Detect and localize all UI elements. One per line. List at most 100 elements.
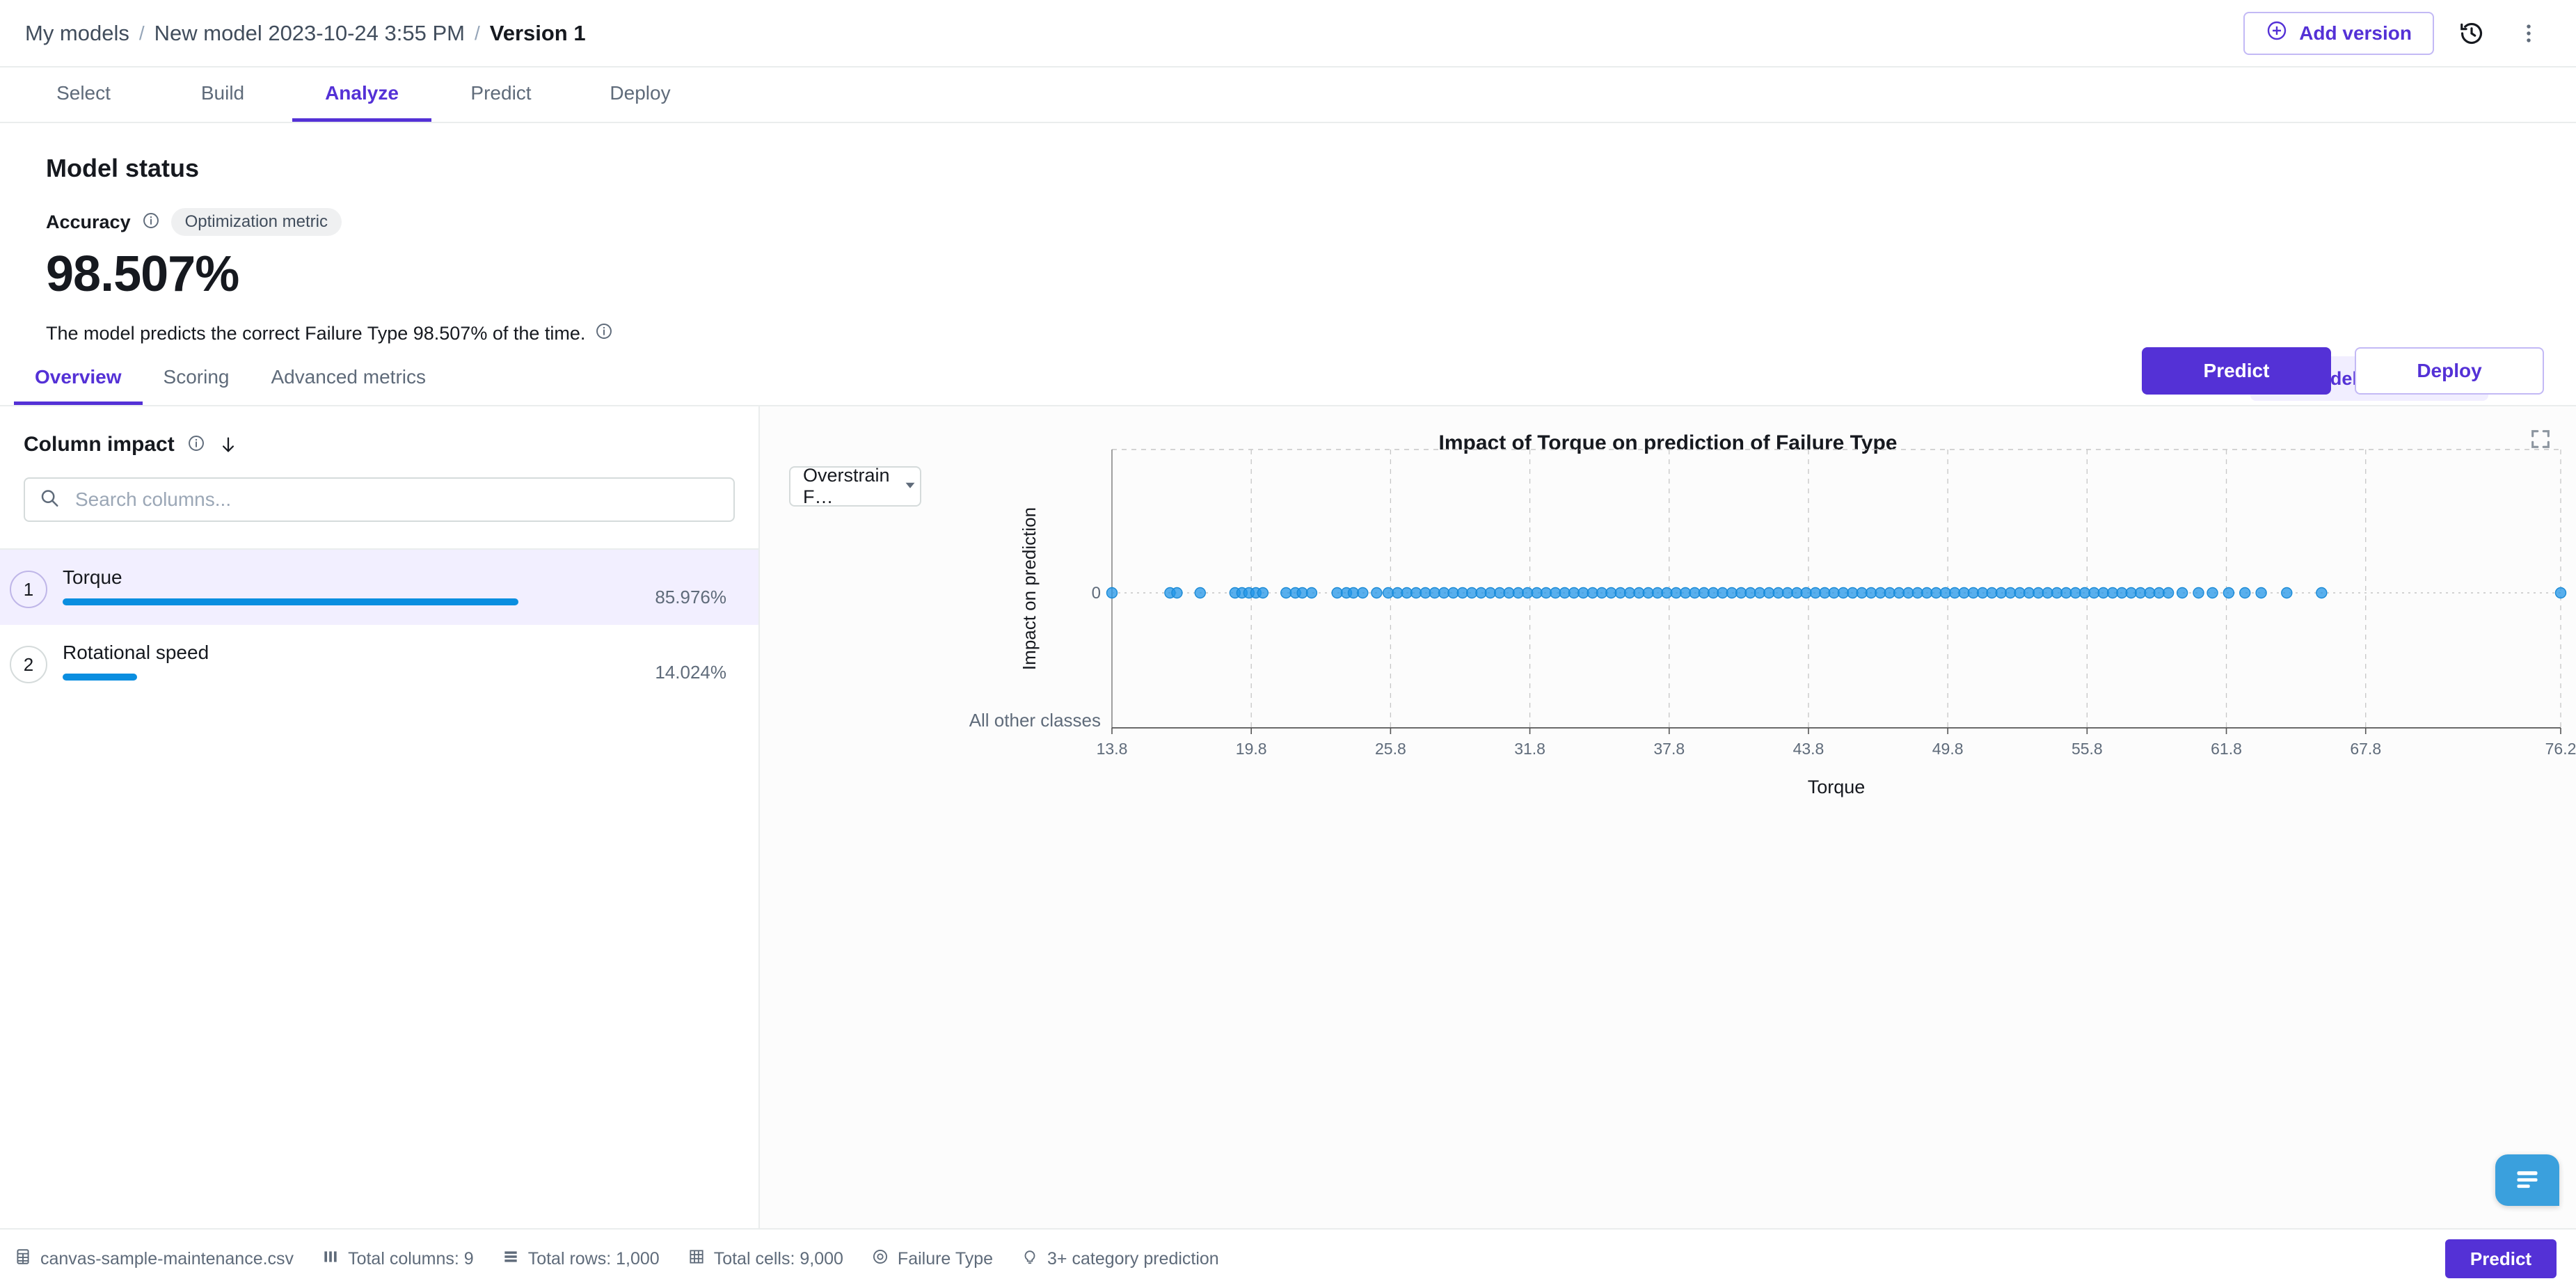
impact-bar-fill <box>63 598 518 605</box>
status-item-label: Failure Type <box>898 1249 993 1269</box>
tab-build[interactable]: Build <box>153 67 292 122</box>
column-name: Rotational speed <box>63 642 593 664</box>
model-status-actions: Predict Deploy <box>2142 347 2544 395</box>
status-item-label: canvas-sample-maintenance.csv <box>40 1249 294 1269</box>
bottom-predict-button[interactable]: Predict <box>2445 1239 2557 1278</box>
impact-percent: 85.976% <box>608 587 726 608</box>
svg-text:37.8: 37.8 <box>1653 740 1685 758</box>
svg-text:Torque: Torque <box>1808 777 1866 797</box>
search-input[interactable] <box>24 477 735 522</box>
impact-percent: 14.024% <box>608 662 726 683</box>
model-status-section: Model status Accuracy Optimization metri… <box>0 123 2576 352</box>
impact-bar-fill <box>63 674 137 681</box>
status-item-label: Total cells: 9,000 <box>714 1249 843 1269</box>
status-item-columns: Total columns: 9 <box>321 1248 474 1271</box>
grid-cells-icon <box>687 1248 706 1271</box>
predict-button[interactable]: Predict <box>2142 347 2331 395</box>
svg-text:61.8: 61.8 <box>2211 740 2242 758</box>
breadcrumb-item-version: Version 1 <box>490 21 586 46</box>
search-columns-wrapper <box>24 477 735 522</box>
tab-advanced-metrics[interactable]: Advanced metrics <box>250 352 447 405</box>
breadcrumb-separator: / <box>139 22 145 45</box>
impact-bar-track <box>63 598 593 605</box>
add-version-button[interactable]: Add version <box>2243 12 2434 55</box>
impact-bar <box>63 674 593 681</box>
add-version-label: Add version <box>2299 22 2412 45</box>
status-item-rows: Total rows: 1,000 <box>502 1248 660 1271</box>
status-item-label: Total columns: 9 <box>348 1249 474 1269</box>
status-bar: canvas-sample-maintenance.csv Total colu… <box>0 1228 2576 1288</box>
tab-predict[interactable]: Predict <box>431 67 571 122</box>
accuracy-value: 98.507% <box>46 246 2548 303</box>
info-icon[interactable] <box>595 322 613 345</box>
breadcrumb: My models / New model 2023-10-24 3:55 PM… <box>25 21 586 46</box>
metric-row: Accuracy Optimization metric <box>46 208 2548 236</box>
status-item-target: Failure Type <box>871 1248 993 1271</box>
svg-text:Impact on prediction: Impact on prediction <box>1019 507 1040 670</box>
status-item-dataset: canvas-sample-maintenance.csv <box>14 1248 294 1271</box>
canvas-model-analyze-page: My models / New model 2023-10-24 3:55 PM… <box>0 0 2576 1288</box>
content-area: Column impact <box>0 406 2576 1228</box>
page-title: Model status <box>46 154 2548 183</box>
column-impact-row-body: Rotational speed <box>63 642 593 681</box>
column-impact-row-rotational-speed[interactable]: 2 Rotational speed 14.024% <box>0 625 758 700</box>
column-impact-title: Column impact <box>24 433 175 456</box>
more-vertical-icon[interactable] <box>2509 14 2548 53</box>
model-status-description: The model predicts the correct Failure T… <box>46 322 2548 345</box>
top-bar: My models / New model 2023-10-24 3:55 PM… <box>0 0 2576 67</box>
svg-text:0: 0 <box>1092 584 1101 603</box>
column-impact-list: 1 Torque 85.976% 2 Rotational s <box>0 548 758 700</box>
svg-text:43.8: 43.8 <box>1793 740 1824 758</box>
rows-icon <box>502 1248 520 1271</box>
status-item-prediction-type: 3+ category prediction <box>1021 1248 1219 1271</box>
svg-text:25.8: 25.8 <box>1375 740 1406 758</box>
svg-text:31.8: 31.8 <box>1514 740 1545 758</box>
rank-badge: 2 <box>10 646 47 683</box>
svg-text:19.8: 19.8 <box>1236 740 1267 758</box>
tab-scoring[interactable]: Scoring <box>143 352 251 405</box>
status-bar-items: canvas-sample-maintenance.csv Total colu… <box>14 1248 1219 1271</box>
column-impact-row-body: Torque <box>63 566 593 605</box>
impact-bar <box>63 598 593 605</box>
svg-text:49.8: 49.8 <box>1932 740 1964 758</box>
chat-bubble-icon[interactable] <box>2495 1154 2559 1206</box>
optimization-metric-badge: Optimization metric <box>171 208 342 236</box>
column-impact-header: Column impact <box>0 406 758 456</box>
lightbulb-icon <box>1021 1248 1039 1271</box>
rank-badge: 1 <box>10 571 47 608</box>
status-item-label: 3+ category prediction <box>1047 1249 1219 1269</box>
main-tab-bar: Select Build Analyze Predict Deploy <box>0 67 2576 123</box>
sub-tab-list: Overview Scoring Advanced metrics <box>14 352 447 405</box>
impact-bar-track <box>63 674 593 681</box>
breadcrumb-item-my-models[interactable]: My models <box>25 21 129 46</box>
columns-icon <box>321 1248 340 1271</box>
breadcrumb-item-model[interactable]: New model 2023-10-24 3:55 PM <box>154 21 465 46</box>
impact-chart-panel: Impact of Torque on prediction of Failur… <box>760 406 2576 1228</box>
column-impact-row-torque[interactable]: 1 Torque 85.976% <box>0 550 758 625</box>
column-impact-panel: Column impact <box>0 406 760 1228</box>
scatter-plot[interactable]: 13.8 19.8 25.8 31.8 37.8 43.8 49.8 55.8 61.8 67.8… <box>760 406 2576 1228</box>
info-icon[interactable] <box>187 434 205 456</box>
model-status-description-text: The model predicts the correct Failure T… <box>46 323 585 344</box>
target-icon <box>871 1248 889 1271</box>
top-bar-actions: Add version <box>2243 12 2548 55</box>
tab-select[interactable]: Select <box>14 67 153 122</box>
info-icon[interactable] <box>142 212 160 233</box>
status-item-label: Total rows: 1,000 <box>528 1249 660 1269</box>
column-name: Torque <box>63 566 593 589</box>
file-csv-icon <box>14 1248 32 1271</box>
plus-circle-icon <box>2266 19 2288 47</box>
history-icon[interactable] <box>2452 14 2491 53</box>
svg-text:55.8: 55.8 <box>2072 740 2103 758</box>
svg-text:All other classes: All other classes <box>969 710 1101 731</box>
svg-text:67.8: 67.8 <box>2350 740 2381 758</box>
svg-text:13.8: 13.8 <box>1097 740 1128 758</box>
svg-text:76.2: 76.2 <box>2545 740 2576 758</box>
breadcrumb-separator: / <box>475 22 480 45</box>
sort-descending-arrow-icon[interactable] <box>218 434 239 455</box>
tab-deploy[interactable]: Deploy <box>571 67 710 122</box>
tab-overview[interactable]: Overview <box>14 352 143 405</box>
metric-name: Accuracy <box>46 212 131 233</box>
tab-analyze[interactable]: Analyze <box>292 67 431 122</box>
deploy-button[interactable]: Deploy <box>2355 347 2544 395</box>
